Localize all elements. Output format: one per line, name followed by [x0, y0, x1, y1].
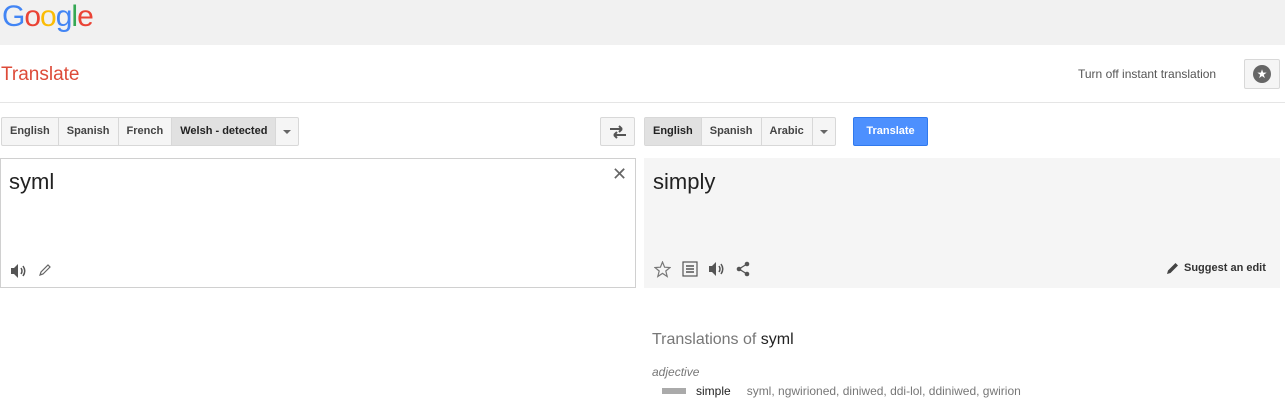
translated-text: simply [653, 169, 716, 194]
translation-output: simply Suggest an edit [644, 158, 1280, 288]
star-icon: ★ [1253, 65, 1271, 83]
phrasebook-button[interactable]: ★ [1244, 59, 1280, 89]
source-textarea[interactable]: syml ✕ [0, 158, 636, 288]
logo-letter: o [40, 0, 57, 33]
close-icon[interactable]: ✕ [612, 164, 627, 185]
source-text[interactable]: syml [9, 169, 54, 195]
source-lang-detected[interactable]: Welsh - detected [172, 118, 277, 145]
instant-translation-toggle[interactable]: Turn off instant translation [1078, 67, 1216, 81]
source-lang-english[interactable]: English [2, 118, 59, 145]
speaker-icon[interactable] [708, 261, 726, 277]
phrasebook-star-icon[interactable] [654, 261, 671, 278]
target-language-bar: English Spanish Arabic [644, 117, 836, 146]
source-lang-dropdown[interactable] [276, 118, 298, 145]
swap-languages-button[interactable] [600, 117, 635, 146]
page-title: Translate [1, 64, 80, 85]
frequency-bar [662, 388, 686, 394]
dictionary-entry: simple syml, ngwirioned, diniwed, ddi-lo… [662, 384, 1021, 398]
title-bar: Translate Turn off instant translation ★ [0, 45, 1285, 103]
logo-letter: G [2, 0, 25, 33]
source-language-bar: English Spanish French Welsh - detected [1, 117, 300, 146]
speaker-icon[interactable] [10, 263, 28, 279]
logo-letter: g [55, 0, 73, 33]
part-of-speech-label: adjective [652, 365, 700, 379]
chevron-down-icon [283, 129, 292, 134]
target-lang-spanish[interactable]: Spanish [702, 118, 762, 145]
chevron-down-icon [819, 129, 828, 134]
dictionary-heading-prefix: Translations of [652, 331, 757, 348]
entry-synonyms[interactable]: syml, ngwirioned, diniwed, ddi-lol, ddin… [747, 384, 1021, 398]
target-lang-english[interactable]: English [645, 118, 702, 145]
entry-word[interactable]: simple [692, 384, 735, 398]
share-icon[interactable] [735, 261, 751, 277]
source-lang-spanish[interactable]: Spanish [59, 118, 119, 145]
logo-letter: e [77, 0, 94, 33]
suggest-edit-button[interactable]: Suggest an edit [1166, 261, 1266, 275]
list-icon[interactable] [682, 261, 698, 277]
dictionary-heading: Translations of syml [652, 331, 794, 349]
edit-pencil-icon [1167, 263, 1178, 274]
target-lang-dropdown[interactable] [813, 118, 835, 145]
suggest-edit-label: Suggest an edit [1184, 262, 1266, 274]
target-lang-arabic[interactable]: Arabic [762, 118, 813, 145]
pencil-icon[interactable] [38, 263, 52, 277]
source-lang-french[interactable]: French [119, 118, 173, 145]
translate-button[interactable]: Translate [853, 117, 928, 146]
top-bar: Google [0, 0, 1285, 45]
logo-letter: o [24, 0, 41, 33]
dictionary-heading-word: syml [760, 331, 794, 348]
google-logo[interactable]: Google [2, 0, 94, 34]
swap-icon [609, 124, 626, 139]
